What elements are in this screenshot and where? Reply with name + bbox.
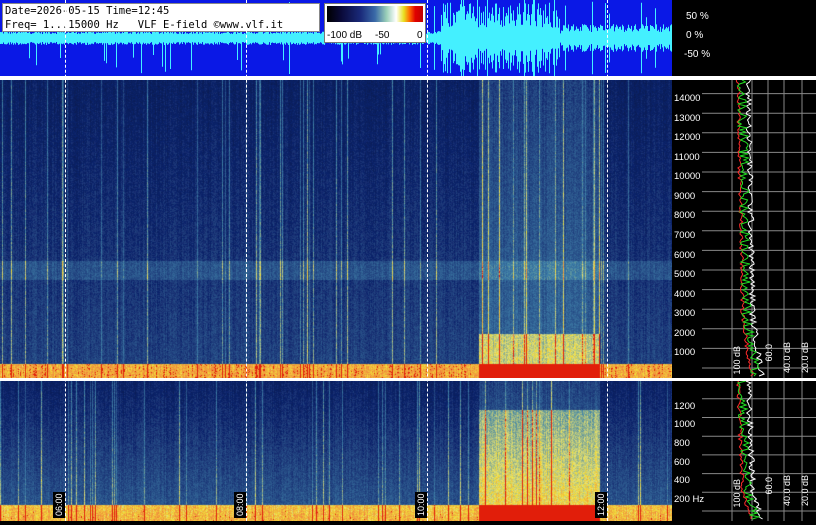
freq-label-lower-1000: 1000 (674, 419, 696, 430)
freq-label-7000: 7000 (674, 230, 696, 241)
freq-label-400: 400 (674, 475, 690, 486)
colorbar-label-mid: -50 (375, 30, 390, 41)
time-marker-0600 (65, 0, 66, 521)
freq-label-4000: 4000 (674, 289, 696, 300)
freq-label-200hz: 200 Hz (674, 494, 705, 505)
db-label-lower-100: 100 dB (732, 479, 742, 508)
date-time-text: Date=2026-05-15 Time=12:45 (5, 5, 170, 17)
db-label-upper-20: 20.0 dB (800, 342, 810, 374)
spectrum-curve-green (736, 79, 760, 377)
colorbar-legend: -100 dB -50 0 (324, 3, 426, 43)
time-marker-1200 (607, 0, 608, 521)
info-box: Date=2026-05-15 Time=12:45 Freq= 1...150… (2, 3, 320, 32)
db-label-lower-20: 20.0 dB (800, 475, 810, 507)
freq-label-1000: 1000 (674, 347, 696, 358)
freq-label-13000: 13000 (674, 113, 701, 124)
amplitude-label-0: 0 % (686, 30, 704, 41)
freq-label-9000: 9000 (674, 191, 696, 202)
colorbar-gradient (327, 6, 423, 22)
spectrogram-upper-canvas (0, 80, 672, 378)
freq-label-14000: 14000 (674, 93, 701, 104)
db-label-lower-40: 40.0 dB (782, 475, 792, 507)
colorbar-label-min: -100 dB (327, 30, 363, 41)
freq-label-11000: 11000 (674, 152, 700, 163)
spectrogram-upper (0, 80, 672, 378)
amplitude-label-minus50: -50 % (684, 49, 711, 60)
colorbar-label-max: 0 (417, 30, 423, 41)
time-label-0800: 08:00 (234, 492, 246, 518)
spectrogram-lower-canvas (0, 381, 672, 521)
waveform-panel: Date=2026-05-15 Time=12:45 Freq= 1...150… (0, 0, 672, 76)
db-label-lower-60: 60.0 (764, 477, 774, 495)
db-label-upper-40: 40.0 dB (782, 342, 792, 374)
spectrum-curve-white (745, 380, 763, 520)
freq-label-2000: 2000 (674, 328, 696, 339)
db-label-upper-100: 100 dB (732, 346, 742, 375)
db-label-upper-60: 60.0 (764, 344, 774, 362)
freq-label-6000: 6000 (674, 250, 696, 261)
spectrum-curve-white (745, 79, 765, 377)
freq-label-3000: 3000 (674, 308, 696, 319)
spectrum-panel-lower: 1200 1000 800 600 400 200 Hz 100 dB 60.0… (672, 380, 816, 521)
spectrogram-lower (0, 381, 672, 521)
freq-range-text: Freq= 1...15000 Hz VLF E-field ©www.vlf.… (5, 19, 284, 31)
time-marker-0800 (246, 0, 247, 521)
freq-label-800: 800 (674, 438, 690, 449)
freq-label-10000: 10000 (674, 171, 701, 182)
time-label-1200: 12:00 (595, 492, 607, 518)
freq-label-600: 600 (674, 457, 690, 468)
freq-label-5000: 5000 (674, 269, 696, 280)
time-label-1000: 10:00 (415, 492, 427, 518)
amplitude-label-50: 50 % (686, 11, 709, 22)
spectrum-panel-upper: 14000 13000 12000 11000 10000 9000 8000 … (672, 79, 816, 378)
time-label-0600: 06:00 (53, 492, 65, 518)
freq-label-8000: 8000 (674, 210, 696, 221)
freq-label-12000: 12000 (674, 132, 701, 143)
time-marker-1000 (427, 0, 428, 521)
freq-label-1200: 1200 (674, 401, 696, 412)
amplitude-axis: 50 % 0 % -50 % (672, 0, 816, 76)
